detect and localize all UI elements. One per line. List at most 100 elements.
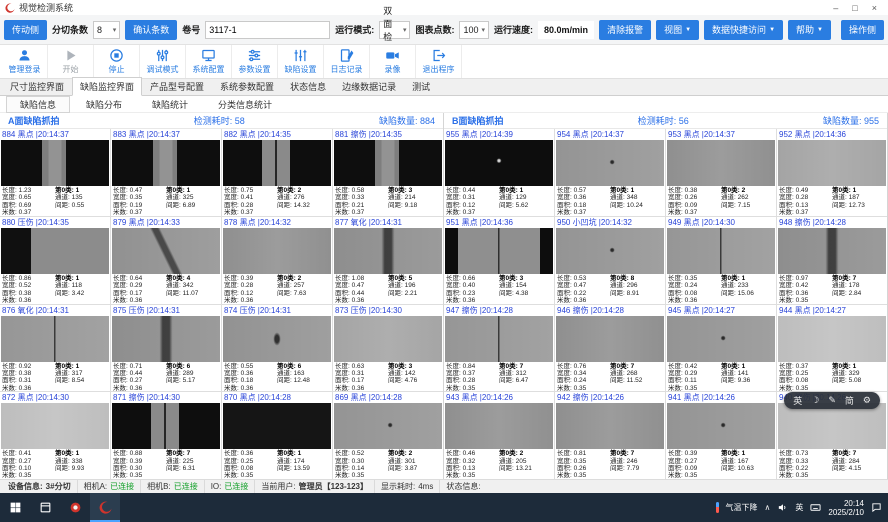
defect-meta-left: 长度: 1.08宽度: 0.47面积: 0.44米数: 0.36 bbox=[335, 275, 388, 304]
volume-icon[interactable] bbox=[777, 502, 788, 513]
ime-settings-gear-icon[interactable]: ⚙ bbox=[863, 395, 871, 406]
defect-cell[interactable]: 883 黑点 |20:14:37长度: 0.47宽度: 0.35面积: 0.19… bbox=[111, 129, 221, 216]
tab-3[interactable]: 产品型号配置 bbox=[142, 77, 212, 96]
defect-cell[interactable]: 947 擦伤 |20:14:28长度: 0.84宽度: 0.37面积: 0.28… bbox=[444, 305, 554, 392]
toolbar-play-button[interactable]: 开始 bbox=[48, 45, 94, 78]
defect-cell[interactable]: 881 擦伤 |20:14:35长度: 0.58宽度: 0.33面积: 0.21… bbox=[333, 129, 443, 216]
view-menu-button[interactable]: 视图▼ bbox=[656, 20, 699, 40]
defect-channel: 通道: 342 bbox=[166, 282, 219, 289]
defect-channel: 通道: 325 bbox=[166, 194, 219, 201]
tab-1[interactable]: 尺寸监控界面 bbox=[2, 77, 72, 96]
run-mode-select[interactable]: 双面检测▾ bbox=[379, 21, 410, 39]
toolbar-exit-button[interactable]: 退出程序 bbox=[416, 45, 462, 78]
slit-count-select[interactable]: 8▾ bbox=[93, 21, 120, 39]
defect-cell[interactable]: 948 擦伤 |20:14:28长度: 0.97宽度: 0.42面积: 0.36… bbox=[777, 217, 887, 304]
defect-meta: 长度: 0.63宽度: 0.31面积: 0.17米数: 0.36第0类: 3通道… bbox=[333, 362, 443, 392]
ime-simplified-button[interactable]: 简 bbox=[845, 394, 854, 407]
maximize-button[interactable]: □ bbox=[852, 3, 857, 13]
taskbar-clock[interactable]: 20:14 2025/2/10 bbox=[828, 499, 864, 517]
touch-keyboard-icon[interactable] bbox=[810, 502, 821, 513]
tab-7[interactable]: 测试 bbox=[404, 77, 438, 96]
defect-cell[interactable]: 954 黑点 |20:14:37长度: 0.57宽度: 0.36面积: 0.18… bbox=[555, 129, 665, 216]
defect-cell[interactable]: 946 擦伤 |20:14:28长度: 0.76宽度: 0.34面积: 0.24… bbox=[555, 305, 665, 392]
defect-meta-left: 长度: 0.92宽度: 0.38面积: 0.31米数: 0.36 bbox=[2, 363, 55, 392]
tray-chevron-up-icon[interactable]: ∧ bbox=[765, 503, 771, 512]
defect-width: 宽度: 0.35 bbox=[113, 194, 166, 201]
operator-side-button[interactable]: 操作侧 bbox=[841, 20, 884, 40]
roll-number-input[interactable] bbox=[205, 21, 330, 39]
tab-2[interactable]: 缺陷监控界面 bbox=[72, 77, 142, 96]
panel-defect-count: 缺陷数量: 955 bbox=[823, 114, 879, 127]
task-view-button[interactable] bbox=[30, 493, 60, 522]
defect-meta: 长度: 0.75宽度: 0.41面积: 0.28米数: 0.37第0类: 2通道… bbox=[222, 186, 332, 216]
defect-cell[interactable]: 875 压伤 |20:14:31长度: 0.71宽度: 0.44面积: 0.27… bbox=[111, 305, 221, 392]
clear-alarm-button[interactable]: 清除报警 bbox=[599, 20, 651, 40]
defect-cell[interactable]: 955 黑点 |20:14:39长度: 0.44宽度: 0.31面积: 0.12… bbox=[444, 129, 554, 216]
defect-meter: 米数: 0.37 bbox=[668, 209, 721, 216]
defect-cell[interactable]: 877 氧化 |20:14:31长度: 1.08宽度: 0.47面积: 0.44… bbox=[333, 217, 443, 304]
defect-meta: 长度: 0.47宽度: 0.35面积: 0.19米数: 0.37第0类: 1通道… bbox=[111, 186, 221, 216]
toolbar-user-button[interactable]: 管理登录 bbox=[2, 45, 48, 78]
defect-cell[interactable]: 944 黑点 |20:14:27长度: 0.37宽度: 0.25面积: 0.08… bbox=[777, 305, 887, 392]
subtab-1[interactable]: 缺陷信息 bbox=[6, 96, 70, 113]
defect-cell[interactable]: 952 黑点 |20:14:36长度: 0.49宽度: 0.28面积: 0.13… bbox=[777, 129, 887, 216]
help-label: 帮助 bbox=[796, 23, 814, 36]
toolbar-params-button[interactable]: 参数设置 bbox=[232, 45, 278, 78]
drive-side-button[interactable]: 传动侧 bbox=[4, 20, 47, 40]
subtab-4[interactable]: 分类信息统计 bbox=[204, 96, 286, 113]
defect-cell[interactable]: 943 黑点 |20:14:26长度: 0.46宽度: 0.32面积: 0.13… bbox=[444, 392, 554, 479]
start-button[interactable] bbox=[0, 493, 30, 522]
defect-cell[interactable]: 884 黑点 |20:14:37长度: 1.23宽度: 0.65面积: 0.69… bbox=[0, 129, 110, 216]
defect-meta-right: 第0类: 1通道: 174间距: 13.59 bbox=[277, 450, 330, 479]
defect-cell[interactable]: 879 黑点 |20:14:33长度: 0.64宽度: 0.29面积: 0.17… bbox=[111, 217, 221, 304]
defect-cell[interactable]: 878 黑点 |20:14:32长度: 0.39宽度: 0.28面积: 0.12… bbox=[222, 217, 332, 304]
defect-cell[interactable]: 949 黑点 |20:14:30长度: 0.35宽度: 0.24面积: 0.08… bbox=[666, 217, 776, 304]
toolbar-debug-button[interactable]: 调试模式 bbox=[140, 45, 186, 78]
defect-cell[interactable]: 869 黑点 |20:14:28长度: 0.52宽度: 0.30面积: 0.14… bbox=[333, 392, 443, 479]
weather-text[interactable]: 气温下降 bbox=[726, 502, 758, 513]
defect-cell[interactable]: 882 黑点 |20:14:35长度: 0.75宽度: 0.41面积: 0.28… bbox=[222, 129, 332, 216]
ime-lang-button[interactable]: 英 bbox=[793, 394, 802, 407]
defect-cell[interactable]: 942 擦伤 |20:14:26长度: 0.81宽度: 0.35面积: 0.26… bbox=[555, 392, 665, 479]
close-button[interactable]: × bbox=[872, 3, 877, 13]
toolbar-log-button[interactable]: 日志记录 bbox=[324, 45, 370, 78]
taskbar-app-icon-red[interactable] bbox=[60, 493, 90, 522]
defect-cell[interactable]: 873 压伤 |20:14:30长度: 0.63宽度: 0.31面积: 0.17… bbox=[333, 305, 443, 392]
toolbar-camera-button[interactable]: 录像 bbox=[370, 45, 416, 78]
toolbar-defects-button[interactable]: 缺陷设置 bbox=[278, 45, 324, 78]
defect-cell[interactable]: 876 氧化 |20:14:31长度: 0.92宽度: 0.38面积: 0.31… bbox=[0, 305, 110, 392]
defect-cell[interactable]: 950 小凹坑 |20:14:32长度: 0.53宽度: 0.47面积: 0.2… bbox=[555, 217, 665, 304]
action-center-icon[interactable] bbox=[871, 502, 882, 513]
defect-cell[interactable]: 951 黑点 |20:14:36长度: 0.66宽度: 0.40面积: 0.23… bbox=[444, 217, 554, 304]
data-access-menu-button[interactable]: 数据快捷访问▼ bbox=[704, 20, 783, 40]
chart-points-select[interactable]: 100▾ bbox=[459, 21, 489, 39]
toolbar-monitor-button[interactable]: 系统配置 bbox=[186, 45, 232, 78]
defect-cell[interactable]: 870 黑点 |20:14:28长度: 0.36宽度: 0.25面积: 0.08… bbox=[222, 392, 332, 479]
defect-cell[interactable]: 953 黑点 |20:14:37长度: 0.38宽度: 0.26面积: 0.09… bbox=[666, 129, 776, 216]
tab-4[interactable]: 系统参数配置 bbox=[212, 77, 282, 96]
tab-5[interactable]: 状态信息 bbox=[282, 77, 334, 96]
defect-cell[interactable]: 945 黑点 |20:14:27长度: 0.42宽度: 0.29面积: 0.11… bbox=[666, 305, 776, 392]
defect-cell[interactable]: 874 压伤 |20:14:31长度: 0.55宽度: 0.36面积: 0.18… bbox=[222, 305, 332, 392]
defect-cell[interactable]: 871 擦伤 |20:14:30长度: 0.88宽度: 0.39面积: 0.30… bbox=[111, 392, 221, 479]
tab-6[interactable]: 边缘数据记录 bbox=[334, 77, 404, 96]
taskbar-app-icon-vision[interactable] bbox=[90, 493, 120, 522]
defect-gap: 间距: 5.62 bbox=[499, 202, 552, 209]
ime-moon-icon[interactable]: ☽ bbox=[811, 395, 819, 406]
defect-length: 长度: 0.76 bbox=[557, 363, 610, 370]
subtab-2[interactable]: 缺陷分布 bbox=[72, 96, 136, 113]
defect-image bbox=[334, 140, 442, 186]
defect-cell[interactable]: 880 压伤 |20:14:35长度: 0.86宽度: 0.52面积: 0.38… bbox=[0, 217, 110, 304]
defect-cell[interactable]: 872 黑点 |20:14:30长度: 0.41宽度: 0.27面积: 0.10… bbox=[0, 392, 110, 479]
help-menu-button[interactable]: 帮助▼ bbox=[788, 20, 831, 40]
defect-cell[interactable]: 941 黑点 |20:14:26长度: 0.39宽度: 0.27面积: 0.09… bbox=[666, 392, 776, 479]
tray-language-indicator[interactable]: 英 bbox=[795, 502, 803, 513]
minimize-button[interactable]: – bbox=[833, 3, 838, 13]
ime-pen-icon[interactable]: ✎ bbox=[828, 395, 836, 406]
toolbar-stop-button[interactable]: 停止 bbox=[94, 45, 140, 78]
defect-cell-header: 869 黑点 |20:14:28 bbox=[333, 392, 443, 403]
defect-gap: 间距: 11.07 bbox=[166, 290, 219, 297]
confirm-count-button[interactable]: 确认条数 bbox=[125, 20, 177, 40]
defect-channel: 通道: 214 bbox=[388, 194, 441, 201]
subtab-3[interactable]: 缺陷统计 bbox=[138, 96, 202, 113]
